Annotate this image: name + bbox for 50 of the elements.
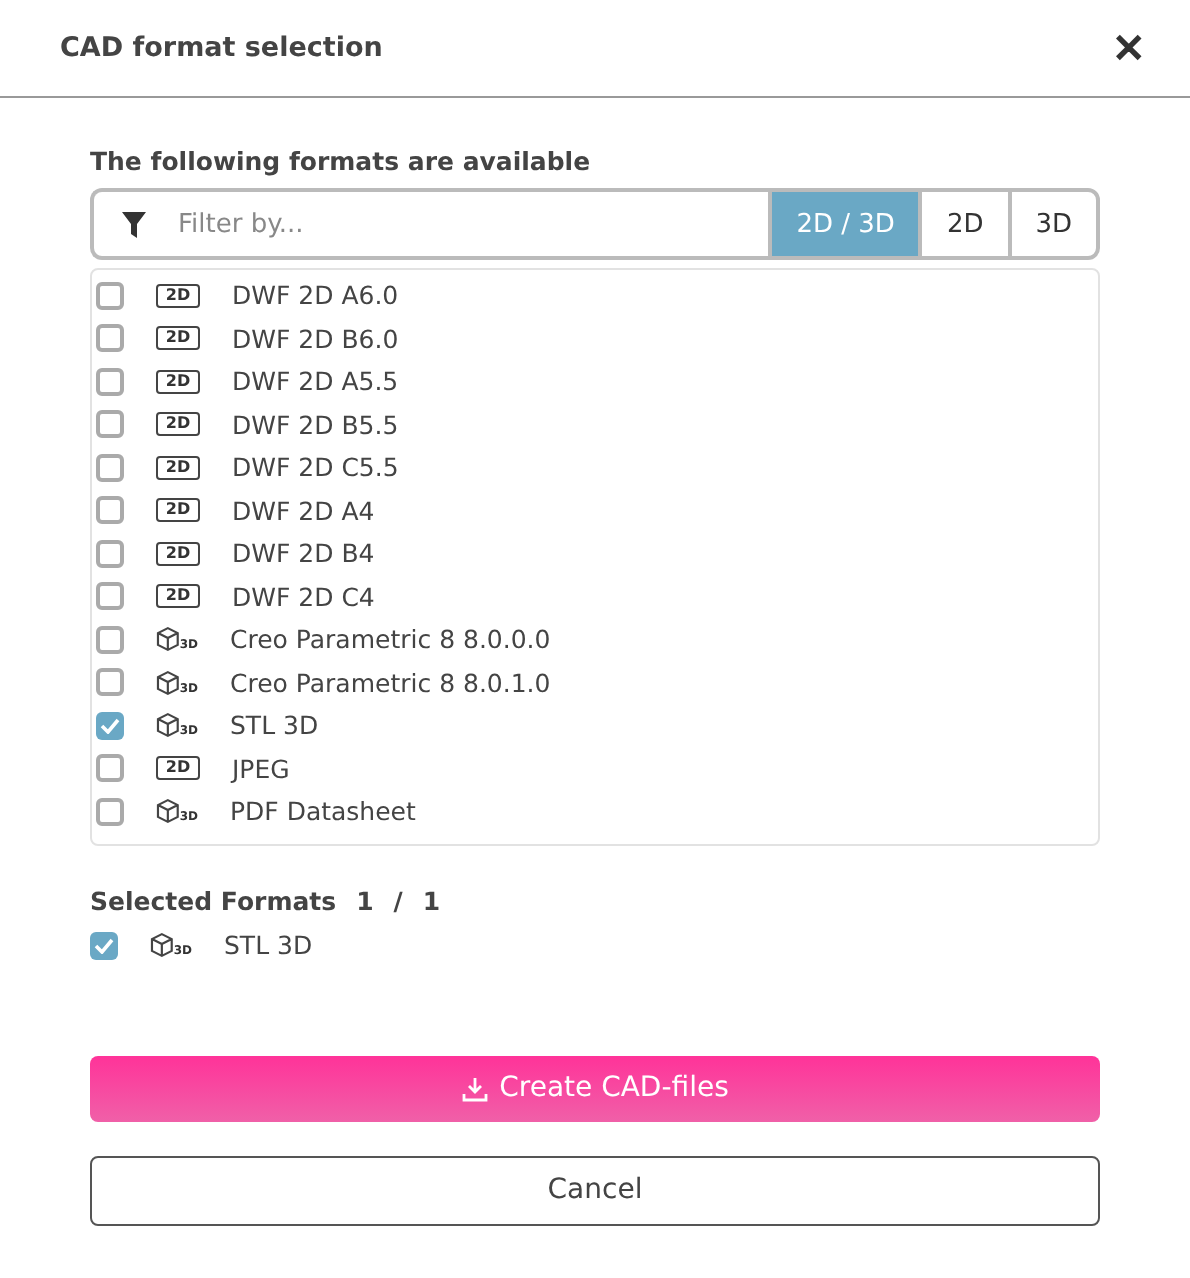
checkbox[interactable] [96,539,124,568]
count-separator: / [393,886,403,916]
checkbox[interactable] [96,281,124,310]
checkbox[interactable] [96,496,124,525]
checkbox[interactable] [90,931,118,960]
format-name: DWF 2D B5.5 [232,409,399,440]
two-d-icon: 2D [156,283,200,308]
format-name: DWF 2D A6.0 [232,280,399,311]
two-d-icon: 2D [156,584,200,609]
filter-tab[interactable]: 3D [1007,188,1100,260]
checkbox[interactable] [96,410,124,439]
two-d-icon: 2D [156,541,200,566]
total-count: 1 [422,886,441,916]
checkbox[interactable] [96,582,124,611]
checkbox[interactable] [96,797,124,826]
section-heading: Selected Formats [90,886,337,916]
two-d-icon: 2D [156,412,200,437]
two-d-icon: 2D [156,326,200,351]
format-name: PDF Datasheet [230,796,416,827]
checkbox[interactable] [96,625,124,654]
format-name: DWF 2D C5.5 [232,452,399,483]
two-d-icon: 2D [156,455,200,480]
format-name: STL 3D [224,930,313,961]
format-name: Creo Parametric 8 8.0.1.0 [230,667,551,698]
two-d-icon: 2D [156,756,200,781]
section-heading: The following formats are available [90,146,593,176]
filter-icon [122,212,146,238]
checkbox[interactable] [96,754,124,783]
selected-count: 1 [356,886,374,916]
checkbox[interactable] [96,367,124,396]
format-name: JPEG [232,753,290,784]
format-name: DWF 2D C4 [232,581,375,612]
filter-field[interactable]: Filter by... [90,188,769,260]
cancel-button[interactable]: Cancel [90,1155,1100,1225]
checkbox[interactable] [96,668,124,697]
close-button[interactable]: ✕ [1112,23,1146,73]
checkbox[interactable] [96,711,124,740]
format-name: DWF 2D A5.5 [232,366,399,397]
two-d-icon: 2D [156,369,200,394]
two-d-icon: 2D [156,498,200,523]
filter-tab[interactable]: 2D [918,188,1008,260]
format-name: DWF 2D B6.0 [232,323,399,354]
format-name: Creo Parametric 8 8.0.0.0 [230,624,551,655]
dialog-title: CAD format selection [60,32,383,64]
checkbox[interactable] [96,453,124,482]
checkbox[interactable] [96,324,124,353]
format-name: DWF 2D A4 [232,495,375,526]
format-name: STL 3D [230,710,319,741]
format-name: DWF 2D B4 [232,538,375,569]
download-icon [461,1075,488,1101]
